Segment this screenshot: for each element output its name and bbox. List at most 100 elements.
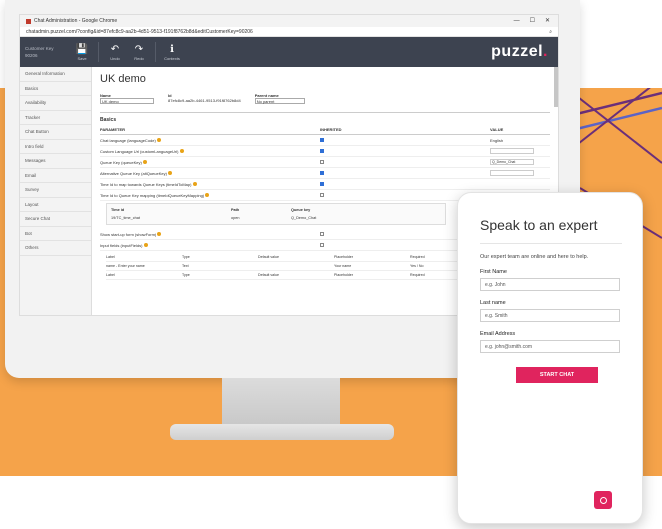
search-icon[interactable]: ⌕ — [549, 27, 558, 36]
value-input[interactable] — [490, 148, 534, 154]
value-input[interactable] — [490, 170, 534, 176]
phone: Speak to an expert Our expert team are o… — [457, 192, 643, 524]
first-name-label: First Name — [480, 269, 507, 275]
help-icon[interactable] — [168, 171, 173, 176]
col-type: Type — [182, 255, 190, 259]
chat-form: Speak to an expert Our expert team are o… — [466, 203, 636, 383]
scrollbar[interactable] — [554, 67, 558, 107]
help-icon[interactable] — [142, 160, 147, 165]
undo-button[interactable]: ↶ Undo — [103, 44, 127, 61]
param-row: Custom Language Url (customLanguageUrl) — [100, 146, 550, 157]
redo-label: Redo — [134, 55, 144, 61]
language-select[interactable]: English — [490, 138, 503, 143]
sidebar-item-bot[interactable]: Bot — [20, 227, 91, 241]
sidebar: General Information Basics Availability … — [20, 67, 92, 315]
contexts-button[interactable]: ℹ Contexts — [160, 44, 184, 61]
sidebar-item-basics[interactable]: Basics — [20, 82, 91, 96]
name-input[interactable]: UK demo — [100, 98, 154, 104]
inherited-checkbox[interactable] — [320, 137, 324, 142]
browser-title: Chat Administration - Google Chrome — [34, 18, 118, 24]
inherited-checkbox[interactable] — [320, 231, 324, 236]
inherited-checkbox[interactable] — [320, 170, 324, 175]
maximize-icon[interactable]: ☐ — [530, 15, 535, 27]
param-row: Alternative Queue Key (altQueueKey) — [100, 168, 550, 179]
param-label: Queue Key (queueKey) — [100, 159, 142, 165]
toolbar-divider — [155, 42, 156, 62]
first-name-input[interactable]: e.g. John — [480, 278, 620, 291]
param-label: Show start-up form (showForm) — [100, 231, 157, 237]
sidebar-item-others[interactable]: Others — [20, 241, 91, 256]
cell-placeholder: Placeholder — [334, 273, 353, 277]
help-icon[interactable] — [157, 232, 162, 237]
sidebar-item-layout[interactable]: Layout — [20, 198, 91, 212]
sidebar-item-tracker[interactable]: Tracker — [20, 111, 91, 125]
address-bar[interactable]: chatadmin.puzzel.com/?config&id=87efc8c9… — [20, 27, 558, 37]
sidebar-item-messages[interactable]: Messages — [20, 154, 91, 169]
help-icon[interactable] — [179, 149, 184, 154]
customer-key-label: Customer Key — [25, 46, 54, 51]
param-label: Alternative Queue Key (altQueueKey) — [100, 170, 167, 176]
queue-key-input[interactable]: Q_Demo_Chat — [490, 159, 534, 165]
sidebar-item-availability[interactable]: Availability — [20, 96, 91, 111]
param-label: Time Id to map towards Queue Keys (timeI… — [100, 181, 192, 187]
table-row[interactable]: Label Type Default value Placeholder Req… — [106, 271, 486, 280]
chat-subtitle: Our expert team are online and here to h… — [480, 254, 589, 260]
col-parameter: PARAMETER — [100, 127, 126, 132]
inherited-checkbox[interactable] — [320, 181, 324, 186]
sidebar-item-general[interactable]: General Information — [20, 67, 91, 82]
sidebar-item-survey[interactable]: Survey — [20, 183, 91, 198]
save-icon: 💾 — [75, 43, 89, 55]
sidebar-item-email[interactable]: Email — [20, 169, 91, 183]
chrome-favicon-icon — [26, 18, 31, 24]
help-icon[interactable] — [143, 243, 148, 248]
inherited-checkbox[interactable] — [320, 159, 324, 164]
last-name-input[interactable]: e.g. Smith — [480, 309, 620, 322]
help-icon[interactable] — [205, 193, 210, 198]
inherited-checkbox[interactable] — [320, 242, 324, 247]
col-label: Label — [106, 255, 115, 259]
undo-icon: ↶ — [110, 43, 120, 55]
cell-placeholder: Your name — [334, 264, 352, 268]
close-icon[interactable]: ✕ — [545, 15, 550, 27]
chat-launcher-button[interactable] — [594, 491, 612, 509]
chat-title: Speak to an expert — [480, 217, 598, 233]
param-row: Queue Key (queueKey) Q_Demo_Chat — [100, 157, 550, 168]
sidebar-item-chat-button[interactable]: Chat Button — [20, 125, 91, 140]
col-path: Path — [231, 208, 240, 212]
undo-label: Undo — [110, 55, 120, 61]
save-button[interactable]: 💾 Save — [70, 44, 94, 61]
table-row[interactable]: name - Enter your name Text Your name Ye… — [106, 262, 486, 271]
divider — [480, 243, 622, 244]
divider — [100, 112, 550, 113]
param-label: Time Id to Queue Key mapping (timeIdQueu… — [100, 192, 205, 198]
page-title: UK demo — [100, 73, 146, 85]
table-header: Label Type Default value Placeholder Req… — [106, 253, 486, 262]
redo-icon: ↷ — [134, 43, 144, 55]
table-row[interactable]: 19/TC_time_chat open Q_Demo_Chat — [111, 214, 441, 222]
input-fields-table: Label Type Default value Placeholder Req… — [106, 253, 486, 280]
email-label: Email Address — [480, 331, 516, 337]
minimize-icon[interactable]: — — [514, 15, 520, 27]
table-header: Time id Path Queue key — [111, 206, 441, 214]
help-icon[interactable] — [156, 138, 161, 143]
meta-row: Name UK demo Id 87efc8c9-aa2b-4461-9513-… — [100, 93, 550, 104]
puzzel-logo: puzzel. — [491, 43, 548, 61]
inherited-checkbox[interactable] — [320, 192, 324, 197]
sidebar-item-secure-chat[interactable]: Secure Chat — [20, 212, 91, 227]
col-inherited: INHERITED — [320, 127, 342, 132]
sidebar-item-intro-field[interactable]: Intro field — [20, 140, 91, 154]
redo-button[interactable]: ↷ Redo — [127, 44, 151, 61]
cell-path: open — [231, 216, 240, 220]
inherited-checkbox[interactable] — [320, 148, 324, 153]
address-url[interactable]: chatadmin.puzzel.com/?config&id=87efc8c9… — [26, 27, 253, 36]
logo-dot: . — [543, 43, 548, 60]
help-icon[interactable] — [192, 182, 197, 187]
cell-label: name - Enter your name — [106, 264, 145, 268]
start-chat-button[interactable]: START CHAT — [516, 367, 598, 383]
last-name-label: Last name — [480, 300, 506, 306]
cell-queue-key: Q_Demo_Chat — [291, 216, 317, 220]
email-input[interactable]: e.g. john@smith.com — [480, 340, 620, 353]
logo-text: puzzel — [491, 43, 544, 60]
parent-select[interactable]: No parent — [254, 98, 305, 104]
param-label: Chat language (languageCode) — [100, 137, 156, 143]
